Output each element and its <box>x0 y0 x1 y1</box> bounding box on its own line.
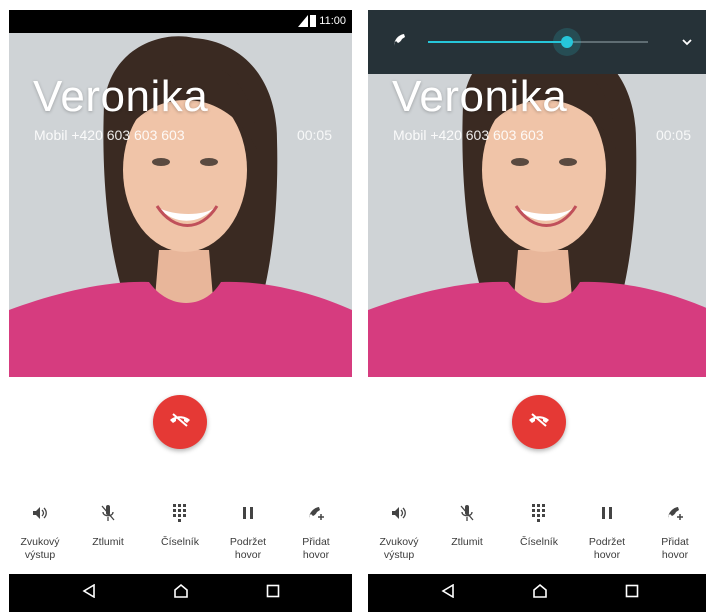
hold-label: Podržet hovor <box>588 536 626 561</box>
home-icon <box>173 583 189 604</box>
call-actions: Zvukový výstup Ztlumit Číselník Podržet … <box>9 498 352 578</box>
recents-button[interactable] <box>261 583 285 603</box>
caller-name: Veronika <box>33 72 209 121</box>
call-timer: 00:05 <box>296 127 332 143</box>
volume-panel <box>368 10 706 74</box>
home-icon <box>532 583 548 604</box>
chevron-down-icon[interactable] <box>681 34 693 52</box>
back-icon <box>82 583 96 603</box>
home-button[interactable] <box>169 583 193 603</box>
status-bar: 11:00 <box>9 10 352 33</box>
add-call-button[interactable]: Přidat hovor <box>644 498 706 562</box>
call-screen-right: Veronika Mobil +420 603 603 603 00:05 Zv… <box>368 10 706 612</box>
back-button[interactable] <box>77 583 101 603</box>
call-screen-left: 11:00 Veronika Mobil +420 603 603 603 00… <box>9 10 352 612</box>
add-call-icon <box>307 505 325 526</box>
recents-icon <box>625 584 639 603</box>
hold-button[interactable]: Podržet hovor <box>576 498 638 562</box>
caller-portrait <box>9 10 352 377</box>
dialpad-label: Číselník <box>520 536 558 548</box>
back-button[interactable] <box>436 583 460 603</box>
speaker-icon <box>391 506 407 525</box>
signal-icon <box>298 15 308 30</box>
call-actions: Zvukový výstup Ztlumit Číselník Podržet … <box>368 498 706 578</box>
speaker-label: Zvukový výstup <box>20 536 60 561</box>
recents-icon <box>266 584 280 603</box>
hold-label: Podržet hovor <box>229 536 267 561</box>
add-call-label: Přidat hovor <box>661 536 689 561</box>
navigation-bar <box>9 574 352 612</box>
mic-off-icon <box>460 504 474 527</box>
caller-number: Mobil +420 603 603 603 <box>393 127 544 143</box>
dialpad-button[interactable]: Číselník <box>149 498 211 549</box>
volume-slider-knob[interactable] <box>560 36 573 48</box>
call-volume-icon <box>392 32 408 53</box>
mute-label: Ztlumit <box>92 536 124 548</box>
add-call-button[interactable]: Přidat hovor <box>285 498 347 562</box>
mic-off-icon <box>101 504 115 527</box>
caller-photo: Veronika Mobil +420 603 603 603 00:05 <box>368 10 706 377</box>
dialpad-icon <box>532 503 546 527</box>
pause-icon <box>242 506 254 525</box>
recents-button[interactable] <box>620 583 644 603</box>
caller-photo: 11:00 Veronika Mobil +420 603 603 603 00… <box>9 10 352 377</box>
battery-icon <box>310 15 316 27</box>
end-call-icon <box>528 412 550 432</box>
add-call-icon <box>666 505 684 526</box>
speaker-button[interactable]: Zvukový výstup <box>9 498 71 562</box>
volume-track-fill <box>428 41 567 43</box>
dialpad-label: Číselník <box>161 536 199 548</box>
add-call-label: Přidat hovor <box>302 536 330 561</box>
speaker-label: Zvukový výstup <box>379 536 419 561</box>
mute-button[interactable]: Ztlumit <box>77 498 139 549</box>
end-call-icon <box>169 412 191 432</box>
home-button[interactable] <box>528 583 552 603</box>
speaker-button[interactable]: Zvukový výstup <box>368 498 430 562</box>
end-call-button[interactable] <box>153 395 207 449</box>
end-call-button[interactable] <box>512 395 566 449</box>
mute-button[interactable]: Ztlumit <box>436 498 498 549</box>
status-time: 11:00 <box>319 15 346 27</box>
caller-name: Veronika <box>392 72 568 121</box>
navigation-bar <box>368 574 706 612</box>
mute-label: Ztlumit <box>451 536 483 548</box>
dialpad-button[interactable]: Číselník <box>508 498 570 549</box>
call-timer: 00:05 <box>655 127 691 143</box>
pause-icon <box>601 506 613 525</box>
back-icon <box>441 583 455 603</box>
dialpad-icon <box>173 503 187 527</box>
speaker-icon <box>32 506 48 525</box>
hold-button[interactable]: Podržet hovor <box>217 498 279 562</box>
caller-number: Mobil +420 603 603 603 <box>34 127 185 143</box>
